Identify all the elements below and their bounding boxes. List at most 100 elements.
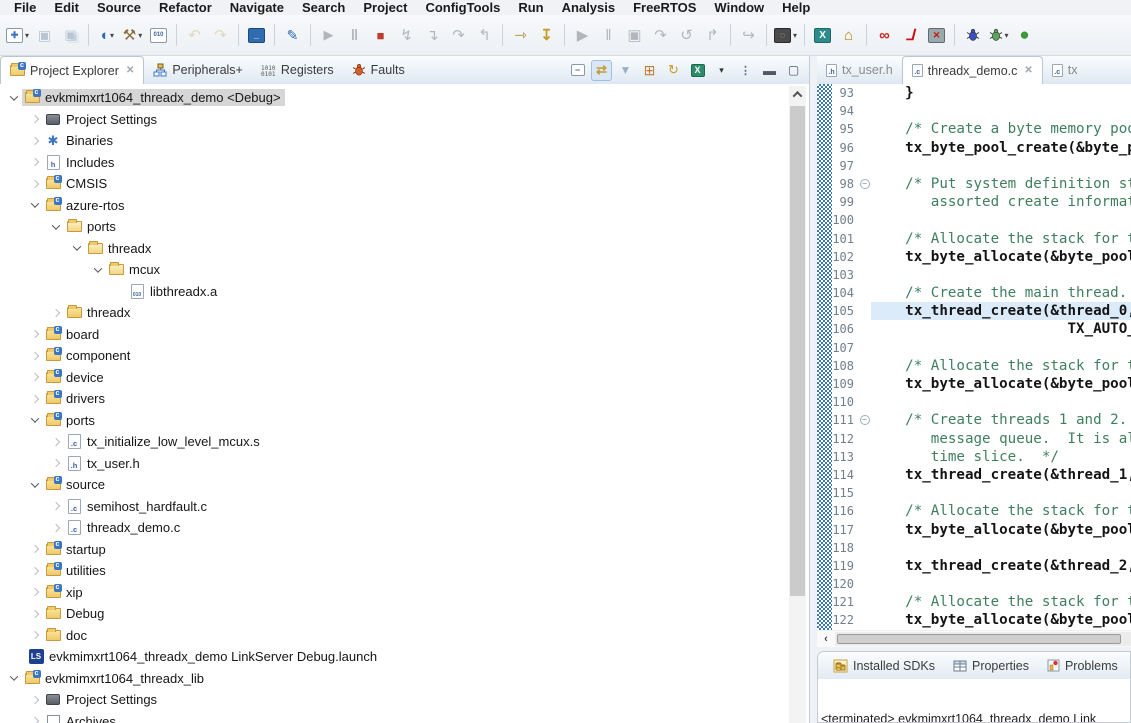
tree-row[interactable]: utilities (0, 560, 809, 582)
scroll-up-icon[interactable] (789, 86, 806, 102)
tree-row[interactable]: azure-rtos (0, 195, 809, 217)
tree-item[interactable]: .c threadx_demo.c (64, 519, 184, 536)
expander-open-icon[interactable] (5, 92, 22, 101)
close-icon[interactable]: ✕ (1024, 65, 1032, 76)
code-line[interactable]: 96 tx_byte_pool_create(&byte_pool_0, "by… (832, 139, 1131, 157)
tree-scrollbar[interactable] (789, 86, 806, 723)
tree-row[interactable]: Debug (0, 603, 809, 625)
mark-occurrences-button[interactable]: ✎ (280, 22, 305, 49)
expander-closed-icon[interactable] (26, 351, 43, 360)
code-line[interactable]: 98− /* Put system definition stuff in he… (832, 175, 1131, 193)
menu-file[interactable]: File (5, 0, 45, 15)
instruction-stepping-button[interactable]: ↧ (534, 22, 559, 49)
tree-row[interactable]: startup (0, 539, 809, 561)
minimize-view-button[interactable]: ▬ (759, 60, 780, 81)
tree-row[interactable]: CMSIS (0, 173, 809, 195)
tree-item[interactable]: utilities (43, 562, 110, 579)
code-line[interactable]: 111− /* Create threads 1 and 2. These th… (832, 411, 1131, 429)
dropdown-caret-icon[interactable]: ▾ (793, 31, 797, 40)
code-line[interactable]: 118 (832, 539, 1131, 557)
tab-faults[interactable]: Faults (343, 56, 414, 84)
expander-closed-icon[interactable] (26, 394, 43, 403)
code-line[interactable]: 113 time slice. */ (832, 448, 1131, 466)
tree-row[interactable]: evkmimxrt1064_threadx_lib (0, 668, 809, 690)
tree-row[interactable]: xip (0, 582, 809, 604)
tab-project-explorer[interactable]: Project Explorer ✕ (0, 56, 145, 84)
tree-row[interactable]: ports (0, 216, 809, 238)
hscroll-thumb[interactable] (837, 634, 1122, 644)
expander-closed-icon[interactable] (47, 437, 64, 446)
tree-item[interactable]: Project Settings (43, 691, 161, 708)
tab-properties[interactable]: Properties (945, 659, 1037, 673)
tree-row[interactable]: .c semihost_hardfault.c (0, 496, 809, 518)
tree-row[interactable]: source (0, 474, 809, 496)
build-hammer-button[interactable]: ⚒ ▾ (120, 22, 145, 49)
close-icon[interactable]: ✕ (126, 65, 134, 76)
tree-row[interactable]: Archives (0, 711, 809, 723)
expander-closed-icon[interactable] (26, 545, 43, 554)
menu-project[interactable]: Project (354, 0, 416, 15)
tree-item[interactable]: device (43, 368, 108, 386)
expander-closed-icon[interactable] (47, 308, 64, 317)
tree-item[interactable]: component (43, 347, 134, 364)
expander-open-icon[interactable] (26, 479, 43, 488)
export-excel-button[interactable]: X (687, 60, 708, 81)
tree-item[interactable]: ✱ Binaries (43, 132, 117, 150)
tree-item[interactable]: Archives (43, 713, 120, 723)
tree-item[interactable]: .c semihost_hardfault.c (64, 498, 211, 515)
hscroll-track[interactable] (835, 632, 1131, 646)
code-line[interactable]: 94 (832, 102, 1131, 120)
tree-item[interactable]: ports (64, 218, 120, 235)
tree-item[interactable]: doc (43, 627, 91, 644)
tree-item[interactable]: .c tx_initialize_low_level_mcux.s (64, 433, 264, 450)
expander-closed-icon[interactable] (26, 179, 43, 188)
tab-peripherals-[interactable]: Peripherals+ (144, 56, 252, 84)
tree-row[interactable]: component (0, 345, 809, 367)
new-wizard-button[interactable]: ✚ ▾ (4, 22, 31, 49)
expander-closed-icon[interactable] (47, 502, 64, 511)
view-menu-button[interactable]: ⋮ (735, 60, 756, 81)
code-line[interactable]: 97 (832, 157, 1131, 175)
tree-row[interactable]: device (0, 367, 809, 389)
expander-closed-icon[interactable] (26, 609, 43, 618)
dropdown-caret-icon[interactable]: ▾ (25, 31, 29, 40)
tree-row[interactable]: drivers (0, 388, 809, 410)
code-line[interactable]: 109 tx_byte_allocate(&byte_pool_0, (VOID… (832, 375, 1131, 393)
menu-freertos[interactable]: FreeRTOS (624, 0, 705, 15)
show-process-lines-button[interactable]: ⇾ (508, 22, 533, 49)
dropdown-caret-icon[interactable]: ▾ (1005, 31, 1009, 40)
maximize-view-button[interactable]: ▢ (783, 60, 804, 81)
tree-item[interactable]: 010 libthreadx.a (127, 283, 221, 300)
dropdown-caret-icon[interactable]: ▾ (110, 31, 114, 40)
run-circle-button[interactable]: ● (1012, 22, 1037, 49)
link-red-button[interactable]: ∞ (872, 22, 897, 49)
scroll-left-icon[interactable]: ‹ (817, 633, 835, 645)
tree-row[interactable]: LS evkmimxrt1064_threadx_demo LinkServer … (0, 646, 809, 668)
code-line[interactable]: 120 (832, 575, 1131, 593)
code-line[interactable]: 99 assorted create information. */ (832, 193, 1131, 211)
code-line[interactable]: 117 tx_byte_allocate(&byte_pool_0, (VOID… (832, 521, 1131, 539)
code-line[interactable]: 119 tx_thread_create(&thread_2, "thread … (832, 557, 1131, 575)
red-boot-button[interactable]: ⅃ (898, 22, 923, 49)
tab-registers[interactable]: 1010 0101 Registers (252, 56, 343, 84)
editor-hscrollbar[interactable]: ‹ (817, 631, 1131, 647)
tree-row[interactable]: doc (0, 625, 809, 647)
mcuxpresso-x-button[interactable]: X (810, 22, 835, 49)
code-line[interactable]: 115 (832, 484, 1131, 502)
menu-search[interactable]: Search (293, 0, 354, 15)
collapse-all-button[interactable]: − (567, 60, 588, 81)
probe-terminate-button[interactable]: ✕ (924, 22, 949, 49)
expander-closed-icon[interactable] (47, 523, 64, 532)
expander-open-icon[interactable] (26, 199, 43, 209)
tree-row[interactable]: threadx (0, 302, 809, 324)
menu-run[interactable]: Run (509, 0, 552, 15)
link-with-editor-button[interactable]: ⇄ (591, 59, 612, 81)
code-line[interactable]: 102 tx_byte_allocate(&byte_pool_0, (VOID… (832, 248, 1131, 266)
terminate-button[interactable]: ■ (368, 22, 393, 49)
tree-item[interactable]: .h tx_user.h (64, 455, 144, 472)
expander-closed-icon[interactable] (26, 330, 43, 339)
menu-refactor[interactable]: Refactor (150, 0, 221, 15)
code-line[interactable]: 104 /* Create the main thread. */ (832, 284, 1131, 302)
build-binary-button[interactable]: 010 (146, 22, 171, 49)
expander-closed-icon[interactable] (26, 158, 43, 167)
